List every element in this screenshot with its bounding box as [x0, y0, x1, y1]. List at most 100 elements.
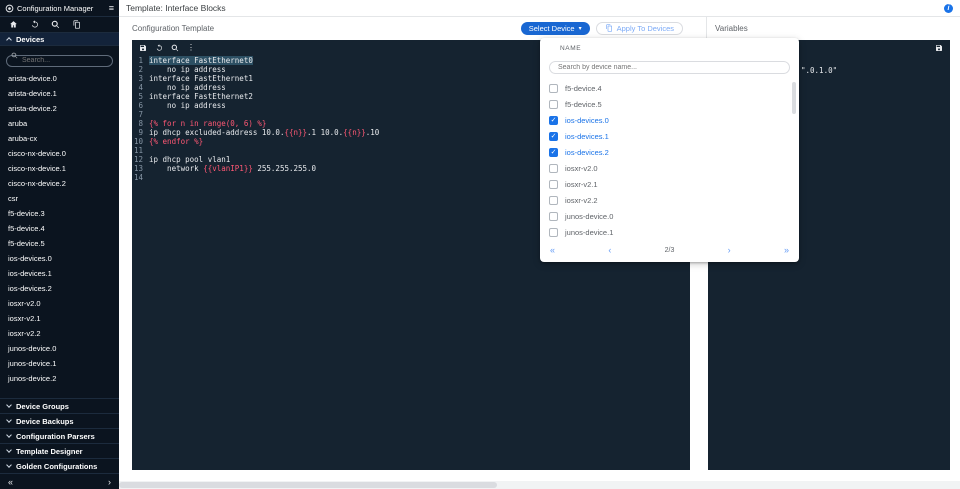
first-page-button[interactable]: « — [550, 246, 555, 255]
sidebar-device-item[interactable]: aruba-cx — [0, 131, 119, 146]
next-page-button[interactable]: › — [728, 246, 731, 255]
line-number: 14 — [132, 173, 149, 182]
dropdown-scrollbar-thumb[interactable] — [792, 82, 796, 114]
caret-down-icon: ▾ — [579, 25, 582, 32]
sidebar-section-device-backups[interactable]: Device Backups — [0, 413, 119, 428]
sidebar-section-device-groups[interactable]: Device Groups — [0, 398, 119, 413]
dropdown-device-row[interactable]: f5-device.5 — [540, 96, 799, 112]
checkbox-unchecked-icon[interactable] — [549, 228, 558, 237]
chevron-down-icon — [6, 432, 12, 438]
sidebar-device-item[interactable]: cisco-nx-device.1 — [0, 161, 119, 176]
section-label: Device Groups — [16, 402, 69, 411]
sidebar-section-template-designer[interactable]: Template Designer — [0, 443, 119, 458]
chevron-down-icon — [6, 417, 12, 423]
sidebar-device-item[interactable]: iosxr-v2.2 — [0, 326, 119, 341]
sidebar-device-item[interactable]: arista-device.2 — [0, 101, 119, 116]
apply-to-devices-button[interactable]: Apply To Devices — [596, 22, 683, 35]
dropdown-device-label: iosxr-v2.0 — [565, 164, 598, 173]
save-icon[interactable] — [935, 44, 943, 52]
dropdown-device-row[interactable]: f5-device.4 — [540, 80, 799, 96]
panel-title-configuration-template: Configuration Template — [132, 24, 214, 33]
section-label: Golden Configurations — [16, 462, 97, 471]
checkbox-unchecked-icon[interactable] — [549, 84, 558, 93]
apply-to-devices-label: Apply To Devices — [617, 24, 674, 33]
collapse-sidebar-button[interactable]: « — [8, 477, 13, 487]
dropdown-device-row[interactable]: junos-device.0 — [540, 208, 799, 224]
sidebar-device-item[interactable]: junos-device.2 — [0, 371, 119, 386]
checkbox-checked-icon[interactable]: ✓ — [549, 116, 558, 125]
sidebar-device-item[interactable]: junos-device.1 — [0, 356, 119, 371]
dropdown-pagination: « ‹ 2/3 › » — [540, 243, 799, 258]
dropdown-device-row[interactable]: ✓ios-devices.2 — [540, 144, 799, 160]
line-text: ip dhcp pool vlan1 — [149, 155, 230, 164]
sidebar-device-item[interactable]: iosxr-v2.1 — [0, 311, 119, 326]
menu-icon[interactable]: ≡ — [109, 3, 114, 13]
line-number: 2 — [132, 65, 149, 74]
checkbox-checked-icon[interactable]: ✓ — [549, 148, 558, 157]
prev-page-button[interactable]: ‹ — [608, 246, 611, 255]
dropdown-device-label: f5-device.4 — [565, 84, 602, 93]
checkbox-unchecked-icon[interactable] — [549, 100, 558, 109]
dropdown-device-row[interactable]: iosxr-v2.1 — [540, 176, 799, 192]
sidebar-section-devices[interactable]: Devices — [0, 32, 119, 46]
dropdown-device-row[interactable]: ✓ios-devices.1 — [540, 128, 799, 144]
horizontal-scrollbar[interactable] — [119, 481, 960, 489]
dropdown-device-label: ios-devices.0 — [565, 116, 609, 125]
sidebar-device-item[interactable]: arista-device.0 — [0, 71, 119, 86]
sidebar-device-item[interactable]: aruba — [0, 116, 119, 131]
sidebar-device-item[interactable]: cisco-nx-device.0 — [0, 146, 119, 161]
checkbox-unchecked-icon[interactable] — [549, 196, 558, 205]
sidebar-device-item[interactable]: ios-devices.2 — [0, 281, 119, 296]
device-list: arista-device.0arista-device.1arista-dev… — [0, 71, 119, 398]
save-icon[interactable] — [139, 44, 147, 52]
search-icon[interactable] — [171, 44, 179, 52]
select-device-label: Select Device — [529, 24, 575, 33]
last-page-button[interactable]: » — [784, 246, 789, 255]
dropdown-device-row[interactable]: junos-device.1 — [540, 224, 799, 240]
dropdown-search — [549, 56, 790, 74]
app-logo-icon — [5, 4, 14, 13]
sidebar-device-item[interactable]: arista-device.1 — [0, 86, 119, 101]
history-icon[interactable] — [30, 20, 39, 29]
sidebar-device-item[interactable]: junos-device.0 — [0, 341, 119, 356]
line-number: 11 — [132, 146, 149, 155]
dropdown-search-input[interactable] — [549, 61, 790, 74]
info-icon[interactable]: i — [944, 4, 953, 13]
checkbox-checked-icon[interactable]: ✓ — [549, 132, 558, 141]
dropdown-device-label: f5-device.5 — [565, 100, 602, 109]
chevron-down-icon — [6, 462, 12, 468]
select-device-button[interactable]: Select Device ▾ — [521, 22, 590, 35]
dropdown-device-label: junos-device.0 — [565, 212, 613, 221]
sidebar-device-item[interactable]: f5-device.5 — [0, 236, 119, 251]
home-icon[interactable] — [9, 20, 18, 29]
dropdown-device-row[interactable]: ✓ ios-devices.0 — [540, 112, 799, 128]
variables-visible-text: ".0.1.0" — [801, 66, 837, 75]
horizontal-scrollbar-thumb[interactable] — [119, 482, 497, 488]
dropdown-device-row[interactable]: iosxr-v2.0 — [540, 160, 799, 176]
history-icon[interactable] — [155, 44, 163, 52]
sidebar-device-item[interactable]: cisco-nx-device.2 — [0, 176, 119, 191]
sidebar-section-golden-configurations[interactable]: Golden Configurations — [0, 458, 119, 473]
line-number: 12 — [132, 155, 149, 164]
checkbox-unchecked-icon[interactable] — [549, 212, 558, 221]
sidebar-pager: « › — [0, 473, 119, 489]
checkbox-unchecked-icon[interactable] — [549, 164, 558, 173]
device-search-input[interactable] — [6, 55, 113, 67]
more-options-icon[interactable]: ⋮ — [187, 43, 195, 52]
line-text: interface FastEthernet2 — [149, 92, 253, 101]
sidebar-device-item[interactable]: ios-devices.0 — [0, 251, 119, 266]
devices-section-label: Devices — [16, 35, 44, 44]
expand-sidebar-button[interactable]: › — [108, 477, 111, 487]
search-icon[interactable] — [51, 20, 60, 29]
files-icon[interactable] — [72, 20, 81, 29]
checkbox-unchecked-icon[interactable] — [549, 180, 558, 189]
sidebar-device-item[interactable]: f5-device.4 — [0, 221, 119, 236]
sidebar-section-configuration-parsers[interactable]: Configuration Parsers — [0, 428, 119, 443]
dropdown-device-label: junos-device.1 — [565, 228, 613, 237]
sidebar-device-item[interactable]: csr — [0, 191, 119, 206]
dropdown-device-row[interactable]: iosxr-v2.2 — [540, 192, 799, 208]
sidebar-device-item[interactable]: iosxr-v2.0 — [0, 296, 119, 311]
sidebar-device-item[interactable]: f5-device.3 — [0, 206, 119, 221]
section-label: Configuration Parsers — [16, 432, 95, 441]
sidebar-device-item[interactable]: ios-devices.1 — [0, 266, 119, 281]
